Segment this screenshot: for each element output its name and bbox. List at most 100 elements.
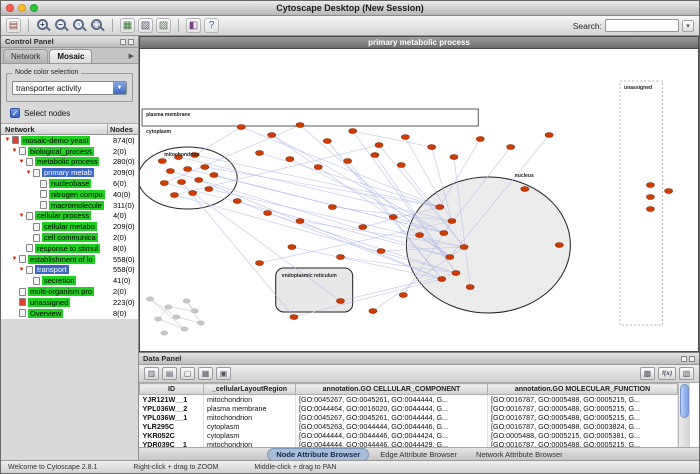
- table-cell: cytoplasm: [204, 422, 296, 431]
- tab-node-attribute-browser[interactable]: Node Attribute Browser: [267, 448, 369, 461]
- new-network-icon[interactable]: ▦: [120, 18, 135, 33]
- zoom-selected-icon[interactable]: ▫: [73, 19, 84, 30]
- window-titlebar[interactable]: Cytoscape Desktop (New Session): [1, 1, 699, 16]
- table-cell: mitochondrion: [204, 395, 296, 405]
- tree-node-icon: [19, 309, 26, 317]
- tab-network[interactable]: Network: [3, 49, 48, 63]
- close-data-panel-icon[interactable]: [689, 356, 695, 362]
- import-network-icon[interactable]: ▧: [138, 18, 153, 33]
- create-attribute-icon[interactable]: ▤: [162, 367, 177, 380]
- minimize-window-button[interactable]: [18, 4, 26, 12]
- close-window-button[interactable]: [6, 4, 14, 12]
- tree-row[interactable]: ▼metabolic process280(0): [1, 157, 138, 168]
- tree-row[interactable]: response to stimul8(0): [1, 243, 138, 254]
- zoom-fit-icon[interactable]: □: [91, 19, 102, 30]
- tree-expander-icon[interactable]: ▼: [17, 213, 26, 219]
- tree-row[interactable]: multi-organism pro2(0): [1, 286, 138, 297]
- node-color-dropdown[interactable]: transporter activity ▼: [12, 81, 127, 95]
- column-header[interactable]: _cellularLayoutRegion: [204, 384, 296, 395]
- search-options-icon[interactable]: ▾: [682, 20, 694, 32]
- tree-row[interactable]: nucleobase6(0): [1, 178, 138, 189]
- status-bar: Welcome to Cytoscape 2.8.1 Right-click +…: [1, 460, 699, 473]
- traffic-lights: [6, 4, 38, 12]
- tree-node-icon: [26, 212, 33, 220]
- tree-expander-icon[interactable]: ▼: [10, 148, 19, 154]
- node-color-selection-group: Node color selection transporter activit…: [6, 73, 133, 102]
- tree-column-nodes[interactable]: Nodes: [108, 125, 138, 134]
- network-view-window: primary metabolic process plasma membran…: [139, 36, 699, 352]
- tree-node-icon: [12, 136, 19, 144]
- table-row[interactable]: YPL036W__2plasma membrane[GO:0044464, GO…: [140, 404, 678, 413]
- table-vertical-scrollbar[interactable]: [678, 383, 690, 447]
- toolbar-icon-group: ▤ +−▫ □ ▦▧▨ ◧?: [6, 18, 219, 33]
- select-attributes-icon[interactable]: ▥: [144, 367, 159, 380]
- formula-builder-icon[interactable]: f(x): [658, 367, 676, 380]
- tree-row[interactable]: ▼transport558(0): [1, 265, 138, 276]
- delete-attribute-icon[interactable]: ▢: [180, 367, 195, 380]
- table-row[interactable]: YKR052Ccytoplasm[GO:0044444, GO:0044446,…: [140, 431, 678, 440]
- tree-header: Network Nodes: [1, 123, 138, 135]
- tree-row[interactable]: nitrogen compo40(0): [1, 189, 138, 200]
- data-panel-title: Data Panel: [143, 354, 181, 363]
- tab-edge-attribute-browser[interactable]: Edge Attribute Browser: [372, 449, 465, 460]
- tree-row[interactable]: ▼cellular process4(0): [1, 211, 138, 222]
- zoom-in-icon[interactable]: +: [37, 19, 48, 30]
- tree-row[interactable]: ▼establishment of lo558(0): [1, 254, 138, 265]
- network-canvas[interactable]: plasma membranecytoplasmmitochondrionnuc…: [140, 49, 698, 351]
- region-label-plasma-membrane: plasma membrane: [146, 112, 191, 118]
- search-input[interactable]: [605, 19, 679, 32]
- tree-row[interactable]: ▼primary metab209(0): [1, 167, 138, 178]
- zoom-out-icon[interactable]: −: [55, 19, 66, 30]
- close-panel-icon[interactable]: [128, 39, 134, 45]
- tree-row[interactable]: macromolecule311(0): [1, 200, 138, 211]
- region-label-unassigned: unassigned: [624, 85, 652, 91]
- network-window-titlebar[interactable]: primary metabolic process: [140, 37, 698, 49]
- tree-row[interactable]: ▼mosaic-demo-yeast874(0): [1, 135, 138, 146]
- chevron-down-icon: ▼: [113, 82, 126, 94]
- import-attributes-icon[interactable]: ▨: [156, 18, 171, 33]
- trash-attribute-icon[interactable]: ▣: [216, 367, 231, 380]
- tree-expander-icon[interactable]: ▼: [17, 159, 26, 165]
- tree-column-network[interactable]: Network: [1, 124, 108, 134]
- select-nodes-label: Select nodes: [24, 109, 70, 118]
- zoom-window-button[interactable]: [30, 4, 38, 12]
- table-row[interactable]: YJR121W__1mitochondrion[GO:0045267, GO:0…: [140, 395, 678, 405]
- tree-row[interactable]: ▼biological_process2(0): [1, 146, 138, 157]
- matrix-icon[interactable]: ▩: [640, 367, 655, 380]
- select-nodes-checkbox[interactable]: ✓ Select nodes: [10, 108, 138, 118]
- table-cell: YPL036W__2: [140, 404, 204, 413]
- status-pan-hint: Middle-click + drag to PAN: [254, 464, 336, 471]
- tree-expander-icon[interactable]: ▼: [24, 170, 33, 176]
- tree-row[interactable]: secretion41(0): [1, 275, 138, 286]
- tree-row[interactable]: Overview8(0): [1, 308, 138, 319]
- tree-expander-icon[interactable]: ▼: [17, 267, 26, 273]
- scrollbar-thumb[interactable]: [680, 384, 689, 418]
- vizmapper-icon[interactable]: ◧: [186, 18, 201, 33]
- float-data-panel-icon[interactable]: [681, 356, 687, 362]
- tree-row[interactable]: cellular metabo209(0): [1, 221, 138, 232]
- tab-mosaic[interactable]: Mosaic: [49, 49, 92, 63]
- attribute-columns-icon[interactable]: ▦: [198, 367, 213, 380]
- save-session-icon[interactable]: ▤: [6, 18, 21, 33]
- tree-expander-icon[interactable]: ▼: [3, 137, 12, 143]
- tab-network-attribute-browser[interactable]: Network Attribute Browser: [468, 449, 571, 460]
- column-header[interactable]: annotation.GO MOLECULAR_FUNCTION: [488, 384, 678, 395]
- tree-node-count: 2(0): [111, 233, 138, 242]
- float-panel-icon[interactable]: [120, 39, 126, 45]
- import-attribute-file-icon[interactable]: ▧: [679, 367, 694, 380]
- help-icon[interactable]: ?: [204, 18, 219, 33]
- table-cell: cytoplasm: [204, 431, 296, 440]
- column-header[interactable]: ID: [140, 384, 204, 395]
- table-row[interactable]: YLR295Ccytoplasm[GO:0045263, GO:0044444,…: [140, 422, 678, 431]
- tree-node-icon: [19, 255, 26, 263]
- tree-row[interactable]: unassigned223(0): [1, 297, 138, 308]
- column-header[interactable]: annotation.GO CELLULAR_COMPONENT: [296, 384, 488, 395]
- tree-row[interactable]: cell communica2(0): [1, 232, 138, 243]
- tab-scroll-right-icon[interactable]: ▶: [129, 52, 138, 63]
- mosaic-panel: Node color selection transporter activit…: [1, 64, 138, 460]
- table-row[interactable]: YPL036W__1mitochondrion[GO:0045267, GO:0…: [140, 413, 678, 422]
- data-panel: Data Panel ▥▤▢▦▣ ▩f(x)▧ ID_cellularLayout…: [139, 352, 699, 460]
- main-toolbar: ▤+−▫□▦▧▨◧? Search: ▾: [1, 16, 699, 36]
- tree-node-label: unassigned: [28, 298, 70, 307]
- tree-expander-icon[interactable]: ▼: [10, 256, 19, 262]
